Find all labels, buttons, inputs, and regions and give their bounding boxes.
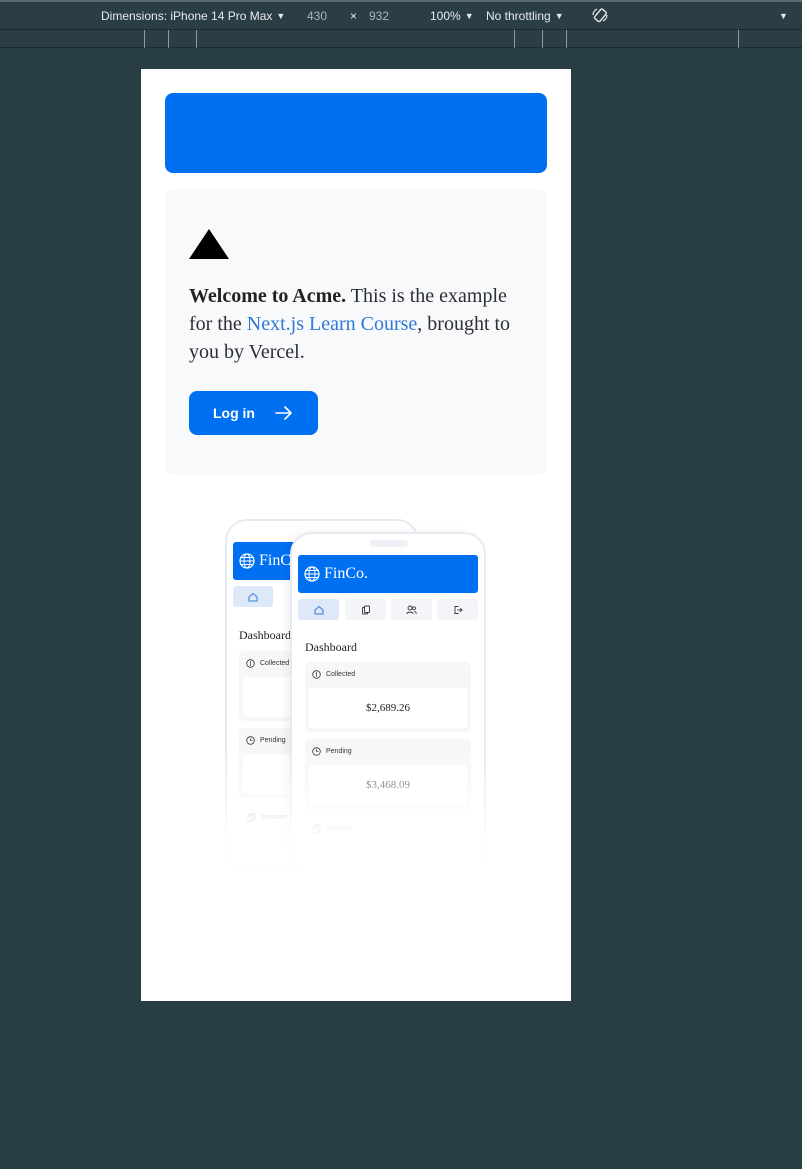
acme-logo-triangle	[189, 229, 229, 259]
invoices-label: Invoices	[261, 814, 287, 821]
width-input[interactable]: 430	[307, 9, 327, 23]
pending-card: Pending $3,468.09	[305, 739, 471, 809]
pending-value: $3,468.09	[309, 765, 467, 805]
welcome-bold: Welcome to Acme.	[189, 285, 347, 307]
clock-icon	[312, 747, 321, 756]
front-phone-mockup: FinCo. Dashboard Collected $2,689.26 Pen…	[290, 532, 486, 872]
chevron-down-icon: ▼	[554, 11, 564, 21]
users-icon	[406, 605, 417, 614]
documents-icon	[361, 605, 370, 614]
documents-icon	[312, 824, 321, 833]
signout-nav	[437, 599, 478, 620]
dollar-circle-icon	[312, 670, 321, 679]
pending-label: Pending	[326, 748, 352, 755]
header-banner	[165, 93, 547, 173]
phone-notch	[370, 540, 408, 547]
globe-icon	[304, 566, 320, 582]
device-viewport: Welcome to Acme. This is the example for…	[141, 69, 571, 1001]
dollar-circle-icon	[246, 659, 255, 668]
throttling-label: No throttling	[486, 9, 551, 23]
phone-header: FinCo.	[298, 555, 478, 593]
documents-icon	[247, 813, 256, 822]
pending-label: Pending	[260, 737, 286, 744]
rotate-icon[interactable]	[591, 6, 609, 27]
times-label: ×	[350, 9, 358, 23]
phone-dashboard-title: Dashboard	[305, 640, 357, 654]
phone-dashboard-title: Dashboard	[239, 628, 291, 642]
zoom-dropdown[interactable]: 100% ▼	[430, 9, 474, 23]
dimensions-dropdown[interactable]: Dimensions: iPhone 14 Pro Max ▼	[101, 9, 285, 23]
arrow-right-icon	[275, 406, 292, 420]
invoices-label: Invoices	[326, 825, 352, 832]
logout-icon	[454, 605, 463, 614]
invoices-row: Invoices	[312, 824, 352, 833]
more-options-icon[interactable]: ▼	[779, 9, 788, 23]
media-query-ruler	[0, 30, 802, 48]
home-icon	[248, 592, 258, 601]
home-nav	[298, 599, 339, 620]
globe-icon	[239, 553, 255, 569]
height-input[interactable]: 932	[369, 9, 389, 23]
collected-label: Collected	[326, 671, 356, 678]
nextjs-course-link[interactable]: Next.js Learn Course	[247, 313, 418, 335]
invoices-nav	[345, 599, 386, 620]
welcome-text: Welcome to Acme. This is the example for…	[189, 282, 529, 366]
chevron-down-icon: ▼	[276, 11, 286, 21]
collected-value: $2,689.26	[309, 688, 467, 728]
customers-nav	[391, 599, 432, 620]
welcome-card: Welcome to Acme. This is the example for…	[165, 189, 547, 475]
zoom-label: 100%	[430, 9, 461, 23]
throttling-dropdown[interactable]: No throttling ▼	[486, 9, 564, 23]
chevron-down-icon: ▼	[464, 11, 474, 21]
collected-card: Collected $2,689.26	[305, 662, 471, 732]
login-button[interactable]: Log in	[189, 391, 318, 435]
home-nav	[233, 586, 273, 607]
invoices-row: Invoices	[247, 813, 287, 822]
devtools-device-toolbar: Dimensions: iPhone 14 Pro Max ▼ 430 × 932…	[0, 0, 802, 30]
dimensions-label: Dimensions: iPhone 14 Pro Max	[101, 9, 273, 23]
login-label: Log in	[213, 405, 255, 421]
clock-icon	[246, 736, 255, 745]
hero-phones-image: FinCo. Dashboard Collected Pending Invoi…	[221, 509, 521, 884]
phone-brand: FinCo.	[324, 565, 369, 582]
home-icon	[314, 605, 323, 614]
collected-label: Collected	[260, 660, 290, 667]
